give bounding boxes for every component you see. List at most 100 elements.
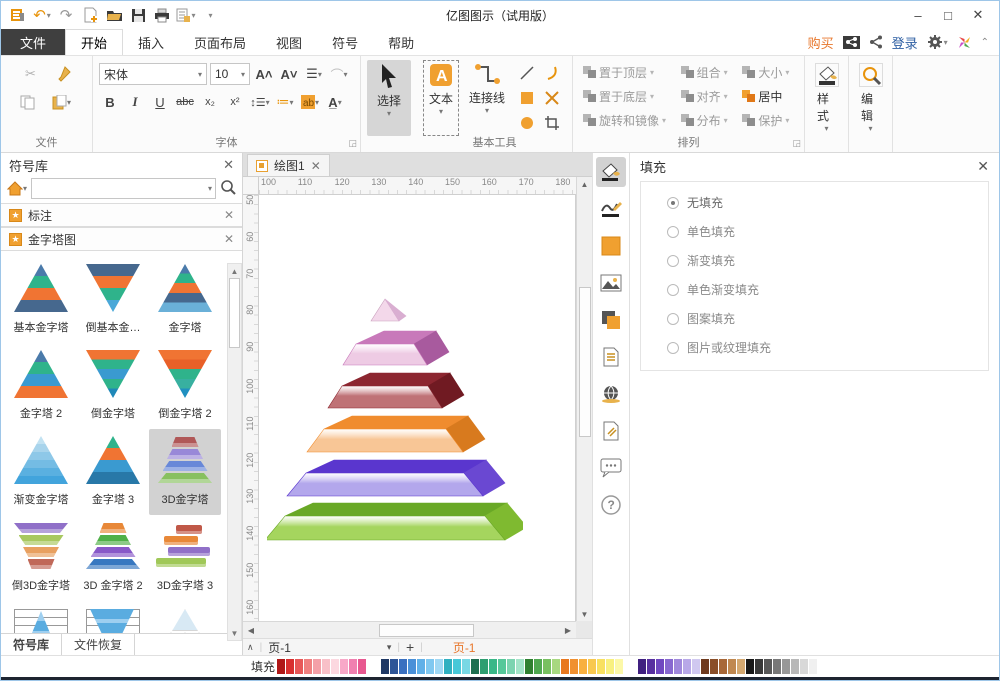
pyramid-drawing[interactable] — [267, 289, 523, 541]
section-close-icon[interactable]: ✕ — [224, 232, 234, 246]
canvas-vertical-scrollbar[interactable]: ▲ ▼ — [576, 177, 592, 621]
font-dialog-launcher-icon[interactable]: ◲ — [348, 138, 357, 149]
menu-tab-帮助[interactable]: 帮助 — [373, 29, 429, 55]
arrange-对齐[interactable]: 对齐▾ — [677, 84, 737, 108]
arrange-dialog-launcher-icon[interactable]: ◲ — [792, 138, 801, 149]
font-color-icon[interactable]: A̲▾ — [324, 91, 346, 113]
search-history-caret-icon[interactable]: ▾ — [208, 184, 215, 193]
help-icon[interactable]: ? — [596, 490, 626, 520]
scroll-up-icon[interactable]: ▲ — [228, 264, 241, 278]
color-swatch[interactable] — [304, 659, 312, 674]
save-button[interactable] — [127, 5, 149, 25]
arrange-保护[interactable]: 保护▾ — [738, 108, 798, 132]
color-swatch[interactable] — [665, 659, 673, 674]
select-tool-button[interactable]: 选择 ▾ — [367, 60, 411, 136]
scrollbar-thumb[interactable] — [579, 287, 591, 437]
color-swatch[interactable] — [322, 659, 330, 674]
color-swatch[interactable] — [471, 659, 479, 674]
search-input[interactable] — [32, 179, 208, 198]
subscript-icon[interactable]: x₂ — [199, 91, 221, 113]
color-swatch[interactable] — [737, 659, 745, 674]
section-close-icon[interactable]: ✕ — [224, 208, 234, 222]
arrange-居中[interactable]: 居中 — [738, 84, 798, 108]
italic-icon[interactable]: I — [124, 91, 146, 113]
close-button[interactable]: ✕ — [963, 4, 993, 26]
color-swatch[interactable] — [516, 659, 524, 674]
scroll-down-icon[interactable]: ▼ — [577, 607, 593, 621]
document-tab-close-icon[interactable]: ✕ — [311, 159, 321, 173]
color-swatch[interactable] — [489, 659, 497, 674]
sidebar-tab-符号库[interactable]: 符号库 — [1, 634, 62, 655]
print-button[interactable] — [151, 5, 173, 25]
symbol-pale-triangles[interactable] — [149, 601, 221, 633]
fill-option-渐变填充[interactable]: 渐变填充 — [667, 252, 988, 269]
color-swatch[interactable] — [349, 659, 357, 674]
color-swatch[interactable] — [453, 659, 461, 674]
fill-tool-icon[interactable] — [596, 157, 626, 187]
color-swatch[interactable] — [390, 659, 398, 674]
color-swatch[interactable] — [435, 659, 443, 674]
symbol-基本金字塔[interactable]: 基本金字塔 — [5, 257, 77, 343]
text-highlight-icon[interactable]: ab▾ — [299, 91, 321, 113]
color-swatch[interactable] — [561, 659, 569, 674]
freeform-tool-icon[interactable] — [540, 87, 564, 109]
color-swatch[interactable] — [534, 659, 542, 674]
scroll-left-icon[interactable]: ◀ — [243, 623, 259, 637]
connector-tool-button[interactable]: 连接线▾ — [465, 60, 509, 136]
color-swatch[interactable] — [579, 659, 587, 674]
document-tab[interactable]: 绘图1 ✕ — [247, 154, 330, 176]
menu-tab-插入[interactable]: 插入 — [123, 29, 179, 55]
arrange-大小[interactable]: 大小▾ — [738, 60, 798, 84]
symbol-lined-funnel[interactable] — [77, 601, 149, 633]
arc-text-icon[interactable]: ⌒▾ — [328, 63, 350, 85]
font-family-select[interactable]: 宋体▾ — [99, 63, 207, 85]
symbol-3D 金字塔 2[interactable]: 3D 金字塔 2 — [77, 515, 149, 601]
arrange-分布[interactable]: 分布▾ — [677, 108, 737, 132]
color-swatch[interactable] — [791, 659, 799, 674]
fill-option-单色填充[interactable]: 单色填充 — [667, 223, 988, 240]
scroll-right-icon[interactable]: ▶ — [560, 623, 576, 637]
color-swatch[interactable] — [525, 659, 533, 674]
collapse-ribbon-icon[interactable]: ⌃ — [981, 37, 989, 48]
underline-icon[interactable]: U — [149, 91, 171, 113]
color-swatch[interactable] — [638, 659, 646, 674]
color-swatch[interactable] — [647, 659, 655, 674]
symbol-3D金字塔[interactable]: 3D金字塔 — [149, 429, 221, 515]
canvas-horizontal-scrollbar[interactable]: ◀ ▶ — [243, 621, 576, 638]
brand-pinwheel-icon[interactable] — [957, 35, 972, 50]
open-folder-button[interactable] — [103, 5, 125, 25]
symbol-金字塔 3[interactable]: 金字塔 3 — [77, 429, 149, 515]
undo-button[interactable]: ↶▾ — [31, 5, 53, 25]
crop-tool-icon[interactable] — [540, 112, 564, 134]
color-swatch[interactable] — [480, 659, 488, 674]
page-list-collapse-icon[interactable]: ∧ — [247, 642, 254, 653]
page-name[interactable]: 页-1 — [268, 639, 291, 656]
hyperlink-tool-icon[interactable] — [596, 379, 626, 409]
color-swatch[interactable] — [755, 659, 763, 674]
color-swatch[interactable] — [597, 659, 605, 674]
color-swatch[interactable] — [719, 659, 727, 674]
menu-tab-符号[interactable]: 符号 — [317, 29, 373, 55]
arc-tool-icon[interactable] — [540, 62, 564, 84]
scroll-down-icon[interactable]: ▼ — [228, 626, 241, 640]
format-painter-icon[interactable] — [52, 63, 74, 85]
sidebar-tab-文件恢复[interactable]: 文件恢复 — [62, 634, 135, 655]
color-swatch[interactable] — [462, 659, 470, 674]
new-document-button[interactable] — [79, 5, 101, 25]
symbol-渐变金字塔[interactable]: 渐变金字塔 — [5, 429, 77, 515]
color-swatch[interactable] — [764, 659, 772, 674]
arrange-旋转和镜像[interactable]: 旋转和镜像▾ — [579, 108, 675, 132]
fill-option-无填充[interactable]: 无填充 — [667, 194, 988, 211]
color-swatch[interactable] — [277, 659, 285, 674]
color-swatch[interactable] — [340, 659, 348, 674]
color-swatch[interactable] — [606, 659, 614, 674]
shape-color-tool-icon[interactable] — [596, 231, 626, 261]
library-home-icon[interactable]: ▾ — [7, 181, 27, 196]
notes-tool-icon[interactable] — [596, 342, 626, 372]
fill-option-单色渐变填充[interactable]: 单色渐变填充 — [667, 281, 988, 298]
menu-tab-页面布局[interactable]: 页面布局 — [179, 29, 261, 55]
color-swatch[interactable] — [800, 659, 808, 674]
font-size-select[interactable]: 10▾ — [210, 63, 250, 85]
comment-tool-icon[interactable] — [596, 453, 626, 483]
menu-tab-视图[interactable]: 视图 — [261, 29, 317, 55]
